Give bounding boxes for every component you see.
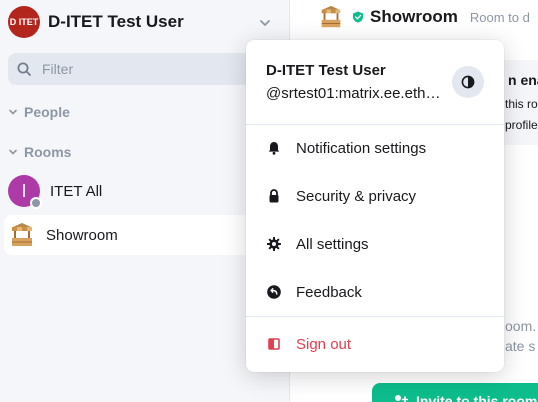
room-avatar: I (8, 175, 42, 209)
security-privacy-item[interactable]: Security & privacy (246, 174, 504, 218)
sign-out-icon (268, 338, 280, 350)
contrast-icon (461, 75, 475, 89)
section-label: Rooms (24, 144, 72, 160)
room-label: ITET All (50, 182, 103, 200)
menu-item-label: All settings (296, 235, 369, 253)
menu-item-label: Notification settings (296, 139, 427, 157)
notification-settings-item[interactable]: Notification settings (246, 126, 504, 170)
market-stall-icon (12, 223, 32, 246)
add-user-icon (395, 395, 408, 402)
section-label: People (24, 104, 70, 120)
chevron-down-icon (9, 109, 17, 115)
notice-text: profile, (505, 118, 538, 132)
chevron-down-icon (9, 149, 17, 155)
menu-user-id: @srtest01:matrix.ee.ethz.ch (266, 85, 446, 102)
menu-item-label: Feedback (296, 283, 362, 301)
room-intro-text: ate s (505, 338, 536, 354)
room-topic: Room to d (469, 9, 530, 25)
invite-button[interactable]: Invite to this room (372, 383, 538, 402)
filter-input[interactable] (42, 61, 242, 77)
lock-icon (269, 189, 279, 203)
room-label: Showroom (46, 226, 118, 244)
menu-item-label: Sign out (296, 335, 352, 353)
feedback-icon (267, 285, 281, 299)
section-rooms[interactable]: Rooms (8, 144, 71, 160)
feedback-item[interactable]: Feedback (246, 270, 504, 314)
user-avatar: D ITET (8, 6, 40, 38)
invite-label: Invite to this room (416, 393, 538, 402)
menu-user-name: D-ITET Test User (266, 62, 386, 79)
room-filter[interactable] (8, 53, 281, 85)
public-room-icon (30, 197, 42, 209)
user-name: D-ITET Test User (48, 12, 184, 31)
user-menu-button[interactable]: D ITET D-ITET Test User (8, 6, 278, 38)
bell-icon (268, 142, 280, 155)
notice-title: n ena (508, 72, 538, 88)
market-stall-icon (321, 5, 341, 28)
verified-shield-icon (353, 11, 363, 23)
all-settings-item[interactable]: All settings (246, 222, 504, 266)
notice-text: this ro (505, 97, 538, 111)
room-title: Showroom (370, 7, 458, 26)
gear-icon (267, 237, 281, 251)
menu-item-label: Security & privacy (296, 187, 417, 205)
room-intro-text: oom. T (505, 318, 538, 334)
room-header[interactable]: Showroom Room to d (318, 4, 530, 30)
section-people[interactable]: People (8, 104, 70, 120)
sign-out-item[interactable]: Sign out (246, 322, 504, 366)
avatar-initial: I (21, 180, 27, 201)
search-icon (17, 62, 31, 76)
theme-toggle-button[interactable] (452, 66, 484, 98)
chevron-down-icon[interactable] (258, 16, 272, 30)
divider (246, 124, 504, 125)
user-context-menu: D-ITET Test User @srtest01:matrix.ee.eth… (246, 40, 504, 372)
menu-user-info: D-ITET Test User @srtest01:matrix.ee.eth… (266, 62, 446, 102)
divider (246, 316, 504, 317)
